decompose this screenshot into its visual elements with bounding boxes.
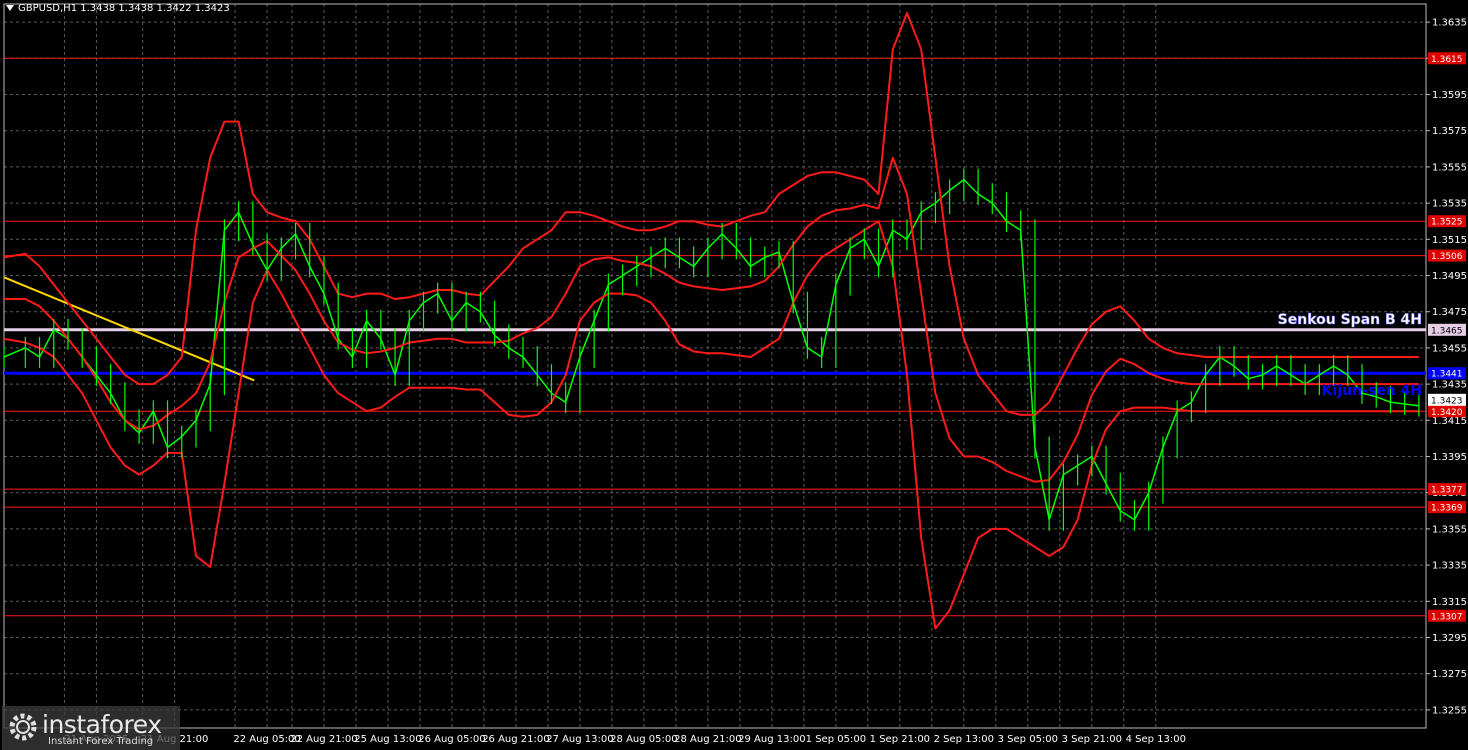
time-tick-label: 26 Aug 05:00 xyxy=(418,734,485,745)
senkou-span-b-label: Senkou Span B 4H xyxy=(1278,312,1422,328)
time-tick-label: 2 Sep 13:00 xyxy=(934,734,994,745)
current-price-label: 1.3423 xyxy=(1431,396,1463,406)
time-tick-label: 25 Aug 13:00 xyxy=(354,734,421,745)
time-tick-label: 26 Aug 21:00 xyxy=(482,734,549,745)
price-tick-label: 1.3295 xyxy=(1432,633,1467,644)
time-tick-label: 27 Aug 13:00 xyxy=(546,734,613,745)
price-tick-label: 1.3635 xyxy=(1432,18,1467,29)
price-chart[interactable]: 1.3635 1.3615 1.3595 1.3575 1.3555 1.3535 1.35… xyxy=(0,0,1468,750)
time-tick-label: 28 Aug 21:00 xyxy=(674,734,741,745)
brand-logo: instaforex Instant Forex Trading xyxy=(2,706,180,750)
price-tick-label: 1.3575 xyxy=(1432,126,1467,137)
senkou-price-label: 1.3465 xyxy=(1431,326,1463,336)
level-price-label: 1.3420 xyxy=(1431,408,1463,418)
price-tick-label: 1.3595 xyxy=(1432,90,1467,101)
level-price-label: 1.3369 xyxy=(1431,504,1463,514)
gear-logo-icon xyxy=(9,713,37,741)
time-tick-label: 29 Aug 13:00 xyxy=(738,734,805,745)
brand-tagline: Instant Forex Trading xyxy=(48,736,154,747)
price-tick-label: 1.3515 xyxy=(1432,235,1467,246)
price-tick-label: 1.3335 xyxy=(1432,561,1467,572)
level-price-label: 1.3377 xyxy=(1431,486,1463,496)
kijun-price-label: 1.3441 xyxy=(1431,370,1463,380)
time-tick-label: 22 Aug 21:00 xyxy=(290,734,357,745)
time-tick-label: 1 Sep 05:00 xyxy=(806,734,866,745)
price-tick-label: 1.3475 xyxy=(1432,307,1467,318)
price-tick-label: 1.3315 xyxy=(1432,597,1467,608)
level-price-label: 1.3525 xyxy=(1431,218,1463,228)
symbol-header: GBPUSD,H1 1.3438 1.3438 1.3422 1.3423 xyxy=(6,3,230,14)
price-tick-label: 1.3495 xyxy=(1432,271,1467,282)
price-tick-label: 1.3555 xyxy=(1432,162,1467,173)
symbol-line: GBPUSD,H1 1.3438 1.3438 1.3422 1.3423 xyxy=(18,3,230,14)
price-tick-label: 1.3435 xyxy=(1432,380,1467,391)
level-price-label: 1.3506 xyxy=(1431,252,1463,262)
time-tick-label: 28 Aug 05:00 xyxy=(610,734,677,745)
price-tick-label: 1.3455 xyxy=(1432,343,1467,354)
price-tick-label: 1.3395 xyxy=(1432,452,1467,463)
dropdown-triangle-icon[interactable] xyxy=(6,5,14,11)
brand-name: instaforex xyxy=(42,710,162,739)
time-tick-label: 4 Sep 13:00 xyxy=(1126,734,1186,745)
time-axis: 21 Aug 202521 Aug 21:0022 Aug 05:0022 Au… xyxy=(64,734,1186,745)
level-price-label: 1.3615 xyxy=(1431,55,1463,65)
price-tick-label: 1.3275 xyxy=(1432,669,1467,680)
price-tick-label: 1.3535 xyxy=(1432,199,1467,210)
time-tick-label: 3 Sep 05:00 xyxy=(998,734,1058,745)
level-price-label: 1.3307 xyxy=(1431,612,1463,622)
price-tick-label: 1.3255 xyxy=(1432,705,1467,716)
price-tick-label: 1.3355 xyxy=(1432,524,1467,535)
time-tick-label: 3 Sep 21:00 xyxy=(1062,734,1122,745)
time-tick-label: 1 Sep 21:00 xyxy=(870,734,930,745)
kijun-sen-label: Kijun-sen 4H xyxy=(1322,383,1422,399)
